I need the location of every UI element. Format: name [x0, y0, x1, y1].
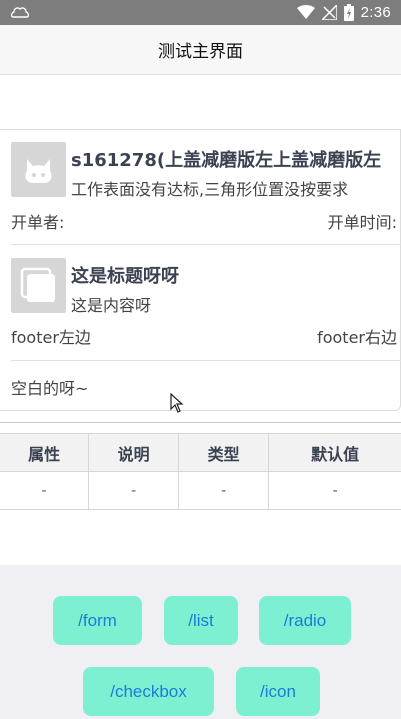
status-time: 2:36	[360, 4, 391, 21]
table-cell: -	[268, 471, 401, 510]
mouse-cursor-icon	[170, 393, 184, 413]
list-item[interactable]: s161278(上盖减磨版左上盖减磨版左 工作表面没有达标,三角形位置没按要求 …	[11, 142, 401, 242]
signal-icon	[321, 5, 337, 20]
list-item-footer-left: footer左边	[11, 328, 91, 347]
list-item[interactable]: 这是标题呀呀 这是内容呀 footer左边 footer右边	[11, 258, 401, 348]
list-button[interactable]: /list	[164, 596, 238, 645]
list-item-description: 这是内容呀	[71, 296, 152, 315]
table-row: - - - -	[0, 471, 401, 510]
table-header-cell: 属性	[0, 433, 90, 472]
icon-button[interactable]: /icon	[236, 667, 320, 716]
attribute-table: 属性 说明 类型 默认值 - - - -	[0, 433, 401, 510]
list-item-title: s161278(上盖减磨版左上盖减磨版左	[71, 150, 382, 171]
divider	[11, 360, 401, 361]
checkbox-button[interactable]: /checkbox	[83, 667, 214, 716]
radio-button[interactable]: /radio	[259, 596, 351, 645]
list-item-thumbnail	[11, 142, 66, 197]
battery-icon	[343, 4, 354, 21]
list-item-footer-right: footer右边	[317, 328, 397, 347]
list-item-thumbnail	[11, 258, 66, 313]
page-title: 测试主界面	[158, 42, 243, 62]
divider	[0, 422, 401, 423]
list-item-footer-right: 开单时间:	[327, 213, 397, 232]
list-item-title: 这是标题呀呀	[71, 266, 179, 287]
notification-cat-icon	[10, 7, 30, 18]
wifi-icon	[296, 5, 315, 19]
status-bar: 2:36	[0, 0, 401, 25]
list-item-description: 工作表面没有达标,三角形位置没按要求	[71, 180, 349, 199]
stacked-squares-icon	[20, 267, 55, 302]
table-cell: -	[178, 471, 270, 510]
github-cat-icon	[25, 159, 52, 183]
table-cell: -	[0, 471, 90, 510]
table-cell: -	[88, 471, 180, 510]
navigation-bar: 测试主界面	[0, 25, 401, 75]
list-card: s161278(上盖减磨版左上盖减磨版左 工作表面没有达标,三角形位置没按要求 …	[0, 129, 401, 411]
list-item-footer-left: 开单者:	[11, 213, 65, 232]
table-header-cell: 说明	[88, 433, 180, 472]
table-header-cell: 类型	[178, 433, 270, 472]
divider	[11, 244, 401, 245]
table-header-cell: 默认值	[268, 433, 401, 472]
form-button[interactable]: /form	[53, 596, 142, 645]
blank-list-item: 空白的呀~	[11, 379, 89, 398]
navigation-button-area: /form /list /radio /checkbox /icon	[0, 565, 401, 719]
table-header-row: 属性 说明 类型 默认值	[0, 433, 401, 472]
